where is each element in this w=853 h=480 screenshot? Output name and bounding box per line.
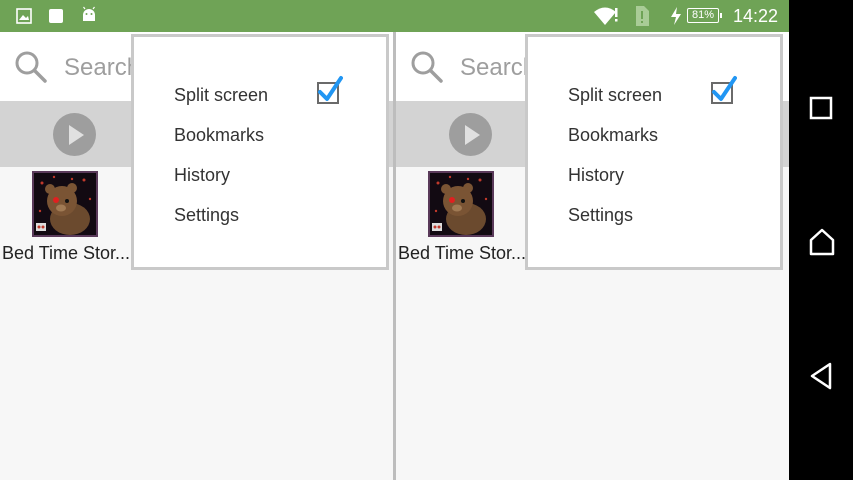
checkmark-icon [318, 76, 343, 101]
split-screen-checkbox[interactable] [711, 76, 737, 104]
menu-item-bookmarks[interactable]: Bookmarks [174, 125, 264, 146]
menu-item-bookmarks[interactable]: Bookmarks [568, 125, 658, 146]
overflow-menu-left: Split screen Bookmarks History Settings [131, 34, 389, 270]
recents-icon[interactable] [809, 96, 833, 120]
search-icon[interactable] [410, 50, 444, 84]
clock: 14:22 [732, 6, 778, 26]
play-button[interactable] [53, 113, 96, 156]
app-icon-bed-time-stories[interactable] [32, 171, 98, 237]
search-input[interactable]: Search [64, 54, 140, 82]
overflow-menu-right: Split screen Bookmarks History Settings [525, 34, 783, 270]
menu-item-settings[interactable]: Settings [174, 205, 239, 226]
sim-icon [636, 6, 649, 26]
app-label[interactable]: Bed Time Stor... [2, 243, 130, 264]
app-label[interactable]: Bed Time Stor... [398, 243, 526, 264]
bear-icon [428, 171, 494, 237]
navigation-bar [789, 0, 853, 480]
app-icon-bed-time-stories[interactable] [428, 171, 494, 237]
search-icon[interactable] [14, 50, 48, 84]
home-icon[interactable] [809, 228, 835, 256]
wifi-icon [594, 7, 618, 25]
status-bar: 81% 14:22 [0, 0, 789, 32]
menu-item-split-screen[interactable]: Split screen [174, 85, 268, 106]
android-icon [83, 6, 95, 21]
play-button[interactable] [449, 113, 492, 156]
stop-square-icon [49, 9, 63, 23]
bear-icon [32, 171, 98, 237]
menu-item-history[interactable]: History [174, 165, 230, 186]
menu-item-split-screen[interactable]: Split screen [568, 85, 662, 106]
charging-icon [671, 7, 681, 25]
back-icon[interactable] [809, 362, 833, 390]
menu-item-settings[interactable]: Settings [568, 205, 633, 226]
menu-item-history[interactable]: History [568, 165, 624, 186]
image-icon [16, 8, 32, 24]
battery-indicator: 81% [687, 8, 722, 23]
split-screen-checkbox[interactable] [317, 76, 343, 104]
checkmark-icon [712, 76, 737, 101]
